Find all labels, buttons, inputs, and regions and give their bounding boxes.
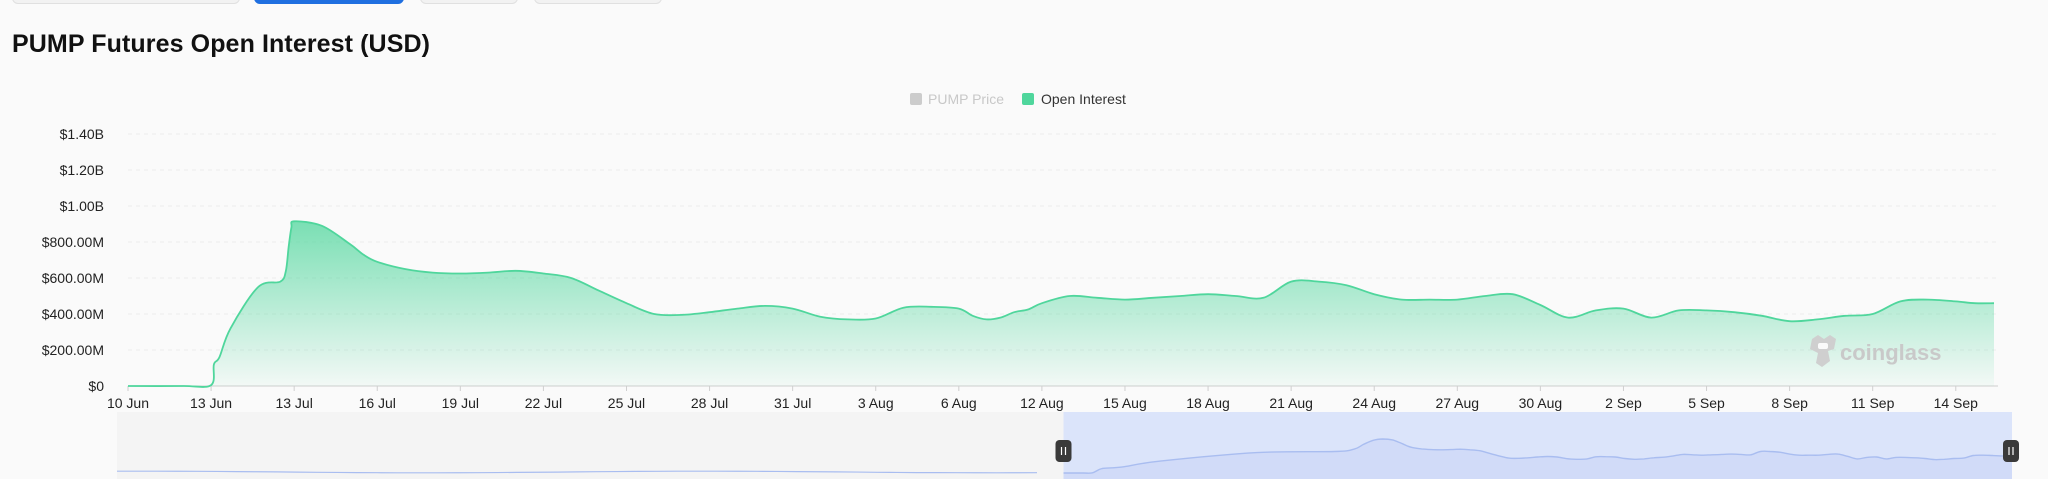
y-tick-label: $600.00M xyxy=(42,270,104,286)
watermark-text: coinglass xyxy=(1840,340,1941,365)
y-tick-label: $400.00M xyxy=(42,306,104,322)
drag-handle-icon[interactable] xyxy=(1055,440,1072,462)
x-tick-label: 13 Jul xyxy=(275,395,312,411)
x-tick-label: 10 Jun xyxy=(107,395,149,411)
x-tick-label: 25 Jul xyxy=(608,395,645,411)
x-tick-label: 11 Sep xyxy=(1851,395,1895,411)
y-tick-label: $1.00B xyxy=(60,198,104,214)
legend-swatch-pump-price[interactable] xyxy=(910,93,922,105)
x-tick-label: 2 Sep xyxy=(1605,395,1642,411)
x-axis: 10 Jun 13 Jun 13 Jul 16 Jul 19 Jul 22 Jul 25 J… xyxy=(107,386,1978,411)
y-tick-label: $200.00M xyxy=(42,342,104,358)
x-tick-label: 15 Aug xyxy=(1103,395,1147,411)
x-tick-label: 30 Aug xyxy=(1519,395,1563,411)
range-navigator[interactable] xyxy=(117,412,2019,479)
drag-handle-icon[interactable] xyxy=(2003,440,2019,462)
x-tick-label: 12 Aug xyxy=(1020,395,1064,411)
y-tick-label: $1.20B xyxy=(60,162,104,178)
x-tick-label: 22 Jul xyxy=(525,395,562,411)
x-tick-label: 19 Jul xyxy=(442,395,479,411)
x-tick-label: 24 Aug xyxy=(1352,395,1396,411)
x-tick-label: 13 Jun xyxy=(190,395,232,411)
x-tick-label: 8 Sep xyxy=(1771,395,1808,411)
x-tick-label: 27 Aug xyxy=(1435,395,1479,411)
open-interest-chart[interactable]: PUMP Price Open Interest $0 $200.00M $400.… xyxy=(0,0,2048,479)
y-tick-label: $800.00M xyxy=(42,234,104,250)
legend-label-pump-price[interactable]: PUMP Price xyxy=(928,91,1004,107)
x-tick-label: 21 Aug xyxy=(1269,395,1313,411)
open-interest-area xyxy=(128,221,1994,387)
legend-swatch-open-interest[interactable] xyxy=(1022,93,1034,105)
x-tick-label: 3 Aug xyxy=(858,395,894,411)
y-tick-label: $1.40B xyxy=(60,126,104,142)
x-tick-label: 6 Aug xyxy=(941,395,977,411)
y-axis: $0 $200.00M $400.00M $600.00M $800.00M $1.00B… xyxy=(42,126,104,394)
y-tick-label: $0 xyxy=(88,378,104,394)
page: PUMP Futures Open Interest (USD) PUMP Pr… xyxy=(0,0,2048,479)
x-tick-label: 14 Sep xyxy=(1934,395,1979,411)
x-tick-label: 18 Aug xyxy=(1186,395,1230,411)
x-tick-label: 16 Jul xyxy=(359,395,396,411)
legend-label-open-interest[interactable]: Open Interest xyxy=(1041,91,1126,107)
x-tick-label: 28 Jul xyxy=(691,395,728,411)
x-tick-label: 31 Jul xyxy=(774,395,811,411)
x-tick-label: 5 Sep xyxy=(1688,395,1725,411)
chart-legend: PUMP Price Open Interest xyxy=(910,91,1126,107)
